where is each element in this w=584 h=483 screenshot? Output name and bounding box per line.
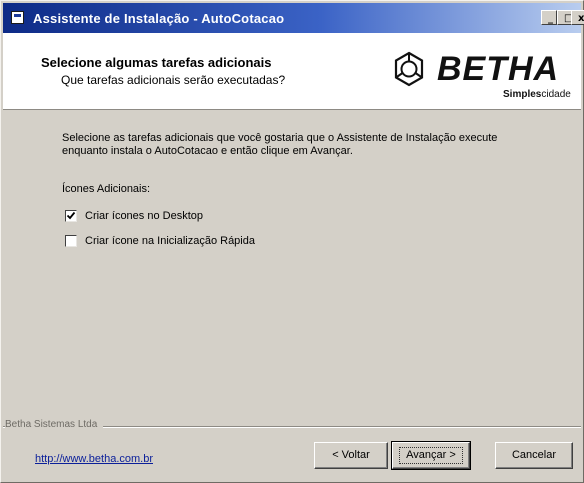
- back-button[interactable]: < Voltar: [314, 442, 388, 469]
- window-title: Assistente de Instalação - AutoCotacao: [33, 11, 285, 26]
- cancel-button[interactable]: Cancelar: [495, 442, 573, 469]
- close-button[interactable]: x: [571, 10, 584, 25]
- logo-tagline-rest: cidade: [541, 89, 571, 100]
- instruction-text: Selecione as tarefas adicionais que você…: [62, 132, 498, 157]
- logo-tagline: Simplescidade: [503, 89, 571, 100]
- desktop-icon-label[interactable]: Criar ícones no Desktop: [85, 210, 203, 222]
- wizard-content: Selecione as tarefas adicionais que você…: [3, 110, 581, 423]
- betha-emblem-icon: [394, 51, 424, 87]
- logo-tagline-bold: Simples: [503, 89, 542, 100]
- logo-brand-text: BETHA: [437, 50, 560, 88]
- quicklaunch-icon-label[interactable]: Criar ícone na Inicialização Rápida: [85, 235, 255, 247]
- quicklaunch-icon-checkbox[interactable]: [65, 235, 77, 247]
- company-name: Betha Sistemas Ltda: [5, 419, 104, 430]
- next-button[interactable]: Avançar >: [391, 441, 471, 470]
- page-title: Selecione algumas tarefas adicionais: [41, 55, 272, 70]
- additional-icons-label: Ícones Adicionais:: [62, 183, 151, 195]
- installer-window: Assistente de Instalação - AutoCotacao _…: [0, 0, 584, 483]
- checkmark-icon: [66, 211, 76, 220]
- minimize-button[interactable]: _: [541, 10, 557, 25]
- title-bar[interactable]: Assistente de Instalação - AutoCotacao _…: [3, 3, 584, 33]
- betha-logo: BETHA Simplescidade: [391, 47, 581, 103]
- page-subtitle: Que tarefas adicionais serão executadas?: [61, 73, 286, 87]
- wizard-header: Selecione algumas tarefas adicionais Que…: [3, 33, 581, 110]
- desktop-icon-checkbox[interactable]: [65, 210, 77, 222]
- website-link[interactable]: http://www.betha.com.br: [35, 453, 153, 465]
- installer-app-icon: [11, 11, 24, 24]
- next-button-label: Avançar >: [399, 447, 463, 464]
